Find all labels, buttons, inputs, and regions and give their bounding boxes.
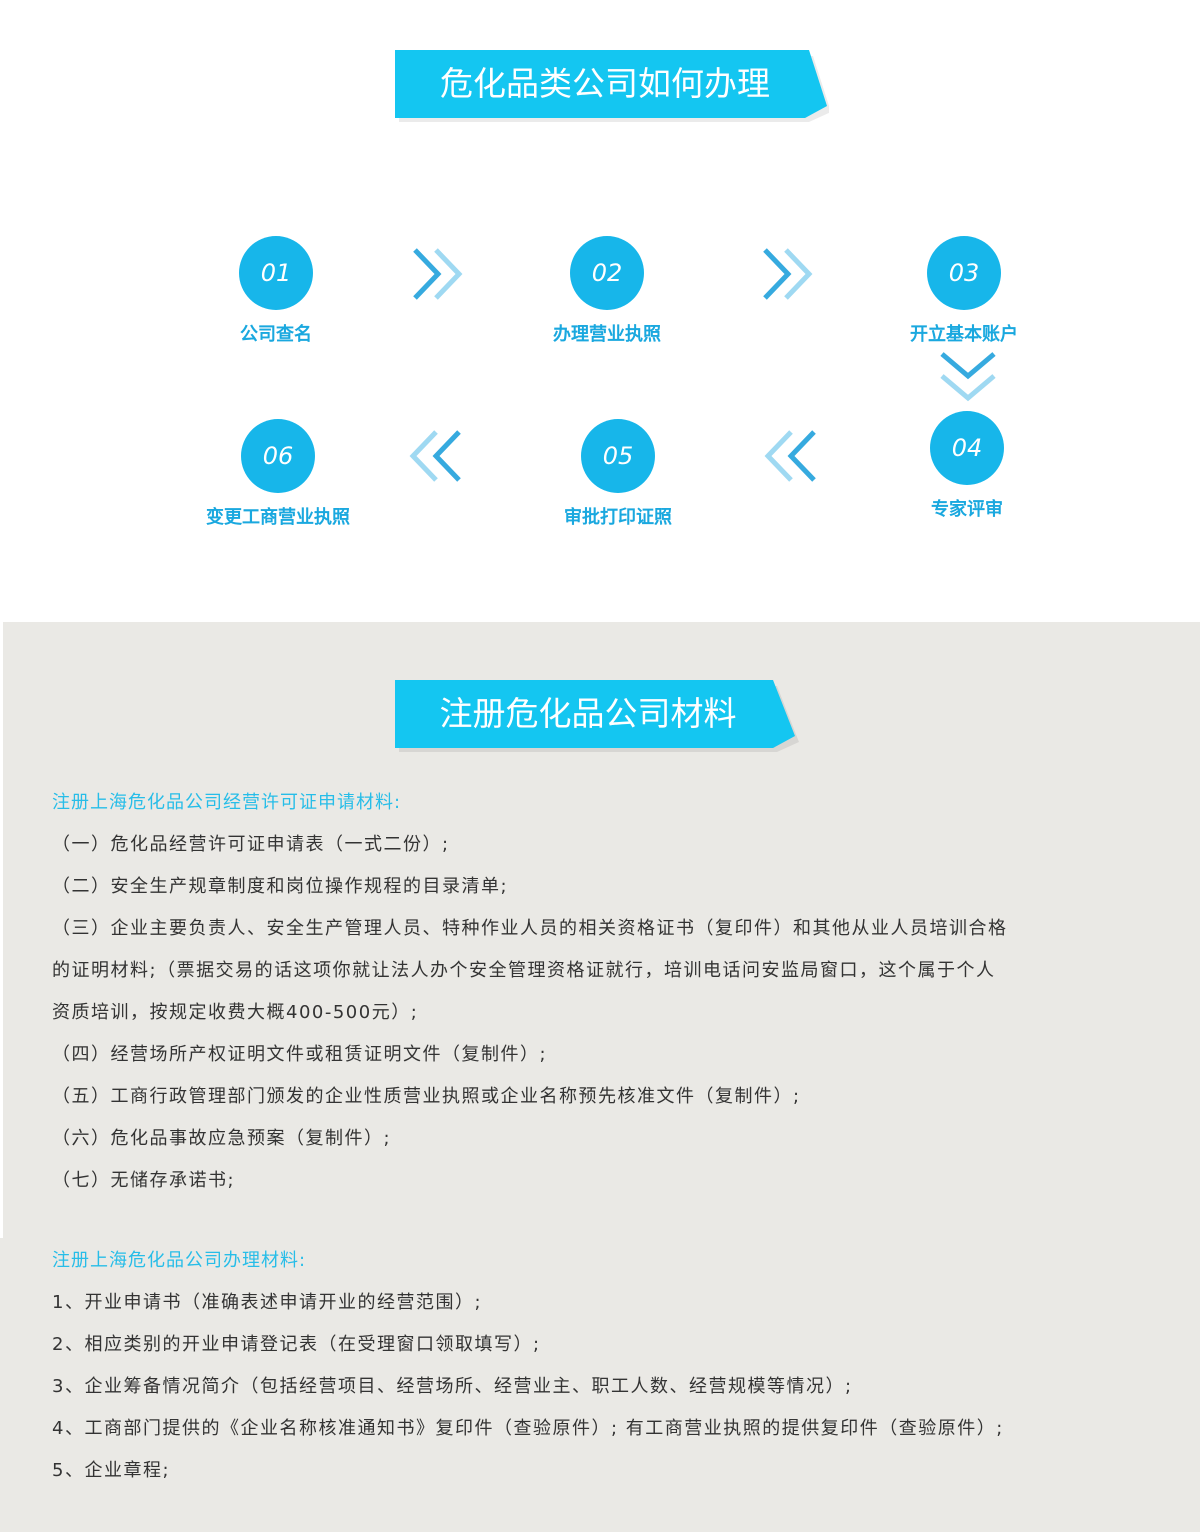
step-label: 变更工商营业执照 bbox=[206, 507, 350, 528]
list-item: 5、企业章程; bbox=[52, 1460, 171, 1481]
list-item: （一）危化品经营许可证申请表（一式二份）; bbox=[52, 834, 450, 855]
list-item: （四）经营场所产权证明文件或租赁证明文件（复制件）; bbox=[52, 1044, 548, 1065]
step-number: 04 bbox=[930, 411, 1004, 485]
step-04: 04 专家评审 bbox=[867, 411, 1067, 521]
list-item: （三）企业主要负责人、安全生产管理人员、特种作业人员的相关资格证书（复印件）和其… bbox=[52, 918, 1008, 939]
list-item: （七）无储存承诺书; bbox=[52, 1170, 236, 1191]
step-06: 06 变更工商营业执照 bbox=[178, 419, 378, 529]
step-05: 05 审批打印证照 bbox=[518, 419, 718, 529]
license-materials-block: 注册上海危化品公司经营许可证申请材料: （一）危化品经营许可证申请表（一式二份）… bbox=[52, 789, 1162, 1209]
banner-bar: 危化品类公司如何办理 bbox=[395, 50, 827, 118]
list-item: （五）工商行政管理部门颁发的企业性质营业执照或企业名称预先核准文件（复制件）; bbox=[52, 1086, 801, 1107]
list-item: 的证明材料;（票据交易的话这项你就让法人办个安全管理资格证就行，培训电话问安监局… bbox=[52, 960, 996, 981]
registration-materials-block: 注册上海危化品公司办理材料: 1、开业申请书（准确表述申请开业的经营范围）; 2… bbox=[52, 1247, 1162, 1499]
list-item: 2、相应类别的开业申请登记表（在受理窗口领取填写）; bbox=[52, 1334, 541, 1355]
list-item: 3、企业筹备情况简介（包括经营项目、经营场所、经营业主、职工人数、经营规模等情况… bbox=[52, 1376, 853, 1397]
double-chevron-right-icon bbox=[763, 248, 813, 300]
double-chevron-left-icon bbox=[409, 430, 461, 482]
list-item: （二）安全生产规章制度和岗位操作规程的目录清单; bbox=[52, 876, 509, 897]
section1-banner: 危化品类公司如何办理 bbox=[395, 50, 835, 122]
list-item: （六）危化品事故应急预案（复制件）; bbox=[52, 1128, 392, 1149]
step-label: 办理营业执照 bbox=[553, 324, 661, 345]
step-label: 开立基本账户 bbox=[910, 324, 1018, 345]
double-chevron-left-icon bbox=[764, 430, 816, 482]
list-item: 1、开业申请书（准确表述申请开业的经营范围）; bbox=[52, 1292, 483, 1313]
step-02: 02 办理营业执照 bbox=[507, 236, 707, 346]
block-heading: 注册上海危化品公司经营许可证申请材料: bbox=[52, 792, 402, 813]
list-item: 4、工商部门提供的《企业名称核准通知书》复印件（查验原件）; 有工商营业执照的提… bbox=[52, 1418, 1004, 1439]
step-number: 05 bbox=[581, 419, 655, 493]
step-number: 02 bbox=[570, 236, 644, 310]
step-number: 03 bbox=[927, 236, 1001, 310]
double-chevron-right-icon bbox=[413, 248, 463, 300]
step-number: 06 bbox=[241, 419, 315, 493]
step-label: 专家评审 bbox=[931, 499, 1003, 520]
step-number: 01 bbox=[239, 236, 313, 310]
banner-bar: 注册危化品公司材料 bbox=[395, 680, 795, 748]
step-label: 审批打印证照 bbox=[564, 507, 672, 528]
section2-banner: 注册危化品公司材料 bbox=[395, 680, 835, 752]
block-heading: 注册上海危化品公司办理材料: bbox=[52, 1250, 307, 1271]
step-label: 公司查名 bbox=[240, 324, 312, 345]
double-chevron-down-icon bbox=[940, 352, 996, 402]
section2-title: 注册危化品公司材料 bbox=[439, 694, 737, 733]
list-item: 资质培训，按规定收费大概400-500元）; bbox=[52, 1002, 419, 1023]
section-bg-notch bbox=[0, 1238, 3, 1532]
step-03: 03 开立基本账户 bbox=[864, 236, 1064, 346]
step-01: 01 公司查名 bbox=[176, 236, 376, 346]
section1-title: 危化品类公司如何办理 bbox=[440, 64, 770, 103]
